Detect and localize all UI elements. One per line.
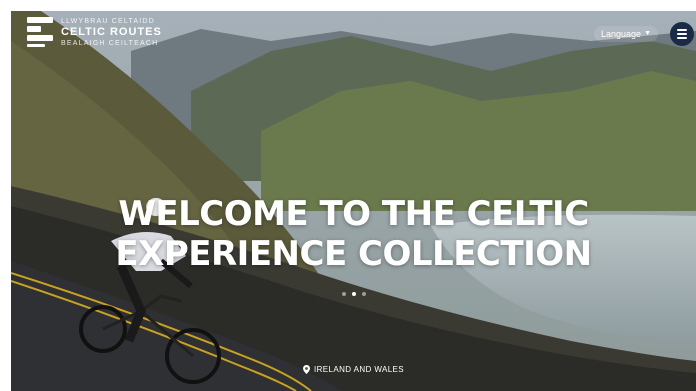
slide-dot[interactable] <box>341 292 346 296</box>
logo-welsh-line: LLWYBRAU CELTAIDD <box>61 17 155 25</box>
slide-indicator <box>11 292 696 296</box>
chevron-down-icon: ▼ <box>644 30 651 37</box>
map-pin-icon <box>302 365 310 374</box>
hero-banner: LLWYBRAU CELTAIDD CELTIC ROUTES BEALAIGH… <box>11 11 696 391</box>
language-label: Language <box>601 29 642 39</box>
logo-mark-icon <box>27 17 53 47</box>
logo-irish-line: BEALAIGH CEILTEACH <box>61 39 159 47</box>
headline-line-2: EXPERIENCE COLLECTION <box>115 234 592 274</box>
menu-button[interactable] <box>670 22 694 46</box>
brand-logo[interactable]: LLWYBRAU CELTAIDD CELTIC ROUTES BEALAIGH… <box>27 17 162 47</box>
language-selector[interactable]: Language ▼ <box>594 26 658 42</box>
slide-dot[interactable] <box>351 292 356 296</box>
logo-title: CELTIC ROUTES <box>61 25 162 38</box>
hamburger-icon <box>677 29 687 31</box>
headline-line-1: WELCOME TO THE CELTIC <box>118 194 589 234</box>
slide-dot[interactable] <box>361 292 366 296</box>
location-tag: IRELAND AND WALES <box>11 365 696 374</box>
location-label: IRELAND AND WALES <box>313 365 405 374</box>
hero-headline: WELCOME TO THE CELTIC EXPERIENCE COLLECT… <box>11 194 696 274</box>
